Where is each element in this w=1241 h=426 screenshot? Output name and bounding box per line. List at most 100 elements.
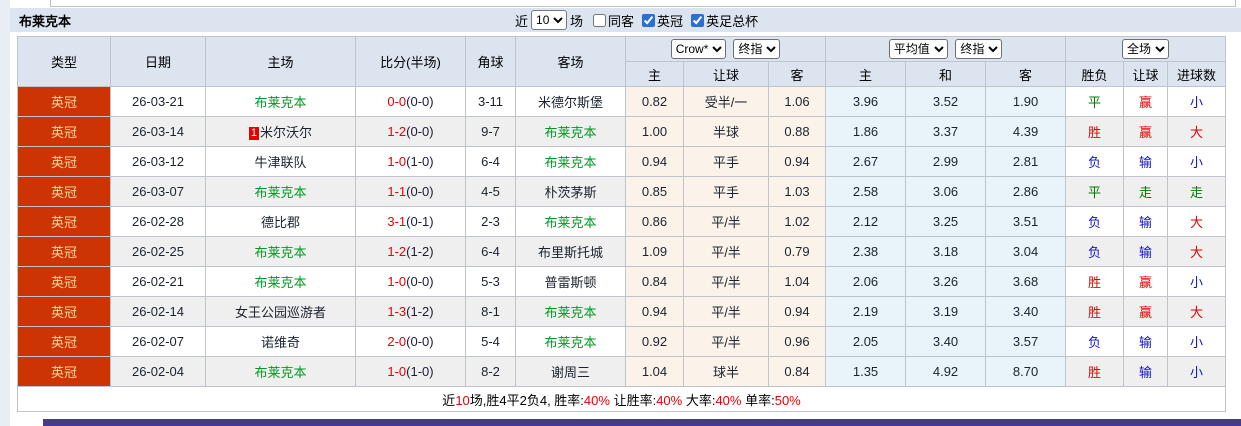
col-header-ah-away: 客 [767, 61, 827, 87]
cell-away-team: 谢周三 [515, 356, 626, 387]
cell-ah-line: 平手 [683, 176, 769, 207]
cell-eu-away: 3.57 [985, 326, 1067, 357]
cell-league: 英冠 [17, 86, 111, 117]
cell-eu-home: 3.96 [825, 86, 907, 117]
cell-ah-away: 0.84 [767, 356, 827, 387]
cell-eu-away: 2.81 [985, 146, 1067, 177]
cell-date: 26-02-04 [110, 356, 206, 387]
bottom-divider-bar [43, 419, 1241, 426]
cell-handicap-result: 输 [1123, 206, 1169, 237]
cell-ah-line: 平/半 [683, 266, 769, 297]
cell-corners: 2-3 [465, 206, 516, 237]
league-checkbox[interactable] [642, 13, 656, 27]
cell-league: 英冠 [17, 146, 111, 177]
cell-league: 英冠 [17, 266, 111, 297]
cell-wdl-result: 平 [1065, 86, 1125, 117]
cell-goals-result: 大 [1167, 206, 1227, 237]
cell-wdl-result: 负 [1065, 236, 1125, 267]
col-header-score: 比分(半场) [355, 36, 466, 87]
cell-ah-line: 平/半 [683, 206, 769, 237]
cell-handicap-result: 输 [1123, 236, 1169, 267]
table-row: 英冠 26-03-12 牛津联队 1-0(1-0) 6-4 布莱克本 0.94 平手 0.94 2… [17, 146, 1227, 177]
cell-corners: 4-5 [465, 176, 516, 207]
eu-average-select[interactable]: 平均值 [888, 39, 948, 59]
cell-home-team: 德比郡 [205, 206, 356, 237]
cell-away-team: 布莱克本 [515, 296, 626, 327]
cell-date: 26-03-12 [110, 146, 206, 177]
result-group-header: 全场 [1065, 36, 1227, 62]
cell-ah-away: 0.94 [767, 296, 827, 327]
recent-count-select[interactable]: 10 [531, 10, 568, 30]
cell-goals-result: 小 [1167, 86, 1227, 117]
cell-handicap-result: 走 [1123, 176, 1169, 207]
cell-handicap-result: 赢 [1123, 266, 1169, 297]
cell-ah-line: 平/半 [683, 236, 769, 267]
cell-ah-line: 平/半 [683, 326, 769, 357]
cell-score: 0-0(0-0) [355, 86, 466, 117]
cell-eu-home: 2.05 [825, 326, 907, 357]
cell-corners: 9-7 [465, 116, 516, 147]
cell-away-team: 布莱克本 [515, 116, 626, 147]
cell-league: 英冠 [17, 206, 111, 237]
cell-eu-away: 3.40 [985, 296, 1067, 327]
cell-ah-home: 1.00 [625, 116, 684, 147]
cell-league: 英冠 [17, 356, 111, 387]
col-header-away: 客场 [515, 36, 626, 87]
eu-final-odds-select[interactable]: 终指 [955, 39, 1003, 59]
col-header-ah-home: 主 [625, 61, 684, 87]
cell-score: 1-3(1-2) [355, 296, 466, 327]
cell-eu-home: 1.35 [825, 356, 907, 387]
cell-eu-away: 1.90 [985, 86, 1067, 117]
cell-eu-draw: 3.26 [905, 266, 987, 297]
cell-away-team: 米德尔斯堡 [515, 86, 626, 117]
cell-eu-away: 3.68 [985, 266, 1067, 297]
cell-ah-away: 1.03 [767, 176, 827, 207]
cell-eu-away: 3.51 [985, 206, 1067, 237]
cell-home-team: 布莱克本 [205, 236, 356, 267]
table-row: 英冠 26-02-07 诺维奇 2-0(0-0) 5-4 布莱克本 0.92 平/半 0.96 2… [17, 326, 1227, 357]
col-header-type: 类型 [17, 36, 111, 87]
cell-eu-draw: 3.37 [905, 116, 987, 147]
euro-odds-group-header: 平均值 终指 [825, 36, 1067, 62]
table-row: 英冠 26-03-07 布莱克本 1-1(0-0) 4-5 朴茨茅斯 0.85 平手 1.03 2… [17, 176, 1227, 207]
cell-home-team: 布莱克本 [205, 356, 356, 387]
cell-wdl-result: 负 [1065, 146, 1125, 177]
cell-date: 26-03-07 [110, 176, 206, 207]
cell-date: 26-03-21 [110, 86, 206, 117]
cell-ah-home: 1.04 [625, 356, 684, 387]
cell-eu-home: 2.12 [825, 206, 907, 237]
cell-eu-home: 2.06 [825, 266, 907, 297]
recent-label: 近 [515, 13, 529, 29]
cell-date: 26-02-21 [110, 266, 206, 297]
cell-away-team: 朴茨茅斯 [515, 176, 626, 207]
scope-select[interactable]: 全场 [1122, 39, 1170, 59]
cell-handicap-result: 赢 [1123, 296, 1169, 327]
cell-eu-home: 1.86 [825, 116, 907, 147]
cell-goals-result: 小 [1167, 146, 1227, 177]
cup-checkbox[interactable] [691, 13, 705, 27]
cell-ah-home: 0.94 [625, 296, 684, 327]
cell-ah-home: 1.09 [625, 236, 684, 267]
cell-goals-result: 小 [1167, 326, 1227, 357]
ah-final-odds-select[interactable]: 终指 [733, 39, 781, 59]
same-away-checkbox[interactable] [593, 13, 607, 27]
col-header-corners: 角球 [465, 36, 516, 87]
bookmaker-select[interactable]: Crow* [670, 39, 726, 59]
cell-score: 1-0(1-0) [355, 356, 466, 387]
cell-ah-away: 0.79 [767, 236, 827, 267]
cell-wdl-result: 胜 [1065, 266, 1125, 297]
cell-wdl-result: 平 [1065, 176, 1125, 207]
cell-ah-home: 0.86 [625, 206, 684, 237]
cell-handicap-result: 赢 [1123, 86, 1169, 117]
cell-eu-draw: 3.52 [905, 86, 987, 117]
cell-wdl-result: 负 [1065, 326, 1125, 357]
cell-eu-away: 2.86 [985, 176, 1067, 207]
cell-away-team: 布莱克本 [515, 326, 626, 357]
col-header-date: 日期 [110, 36, 206, 87]
cell-eu-home: 2.58 [825, 176, 907, 207]
col-header-wdl: 胜负 [1065, 61, 1125, 87]
cell-corners: 6-4 [465, 236, 516, 267]
table-row: 英冠 26-02-28 德比郡 3-1(0-1) 2-3 布莱克本 0.86 平/半 1.02 2… [17, 206, 1227, 237]
cell-goals-result: 大 [1167, 236, 1227, 267]
table-row: 英冠 26-02-21 布莱克本 1-0(0-0) 5-3 普雷斯顿 0.84 平/半 1.04… [17, 266, 1227, 297]
